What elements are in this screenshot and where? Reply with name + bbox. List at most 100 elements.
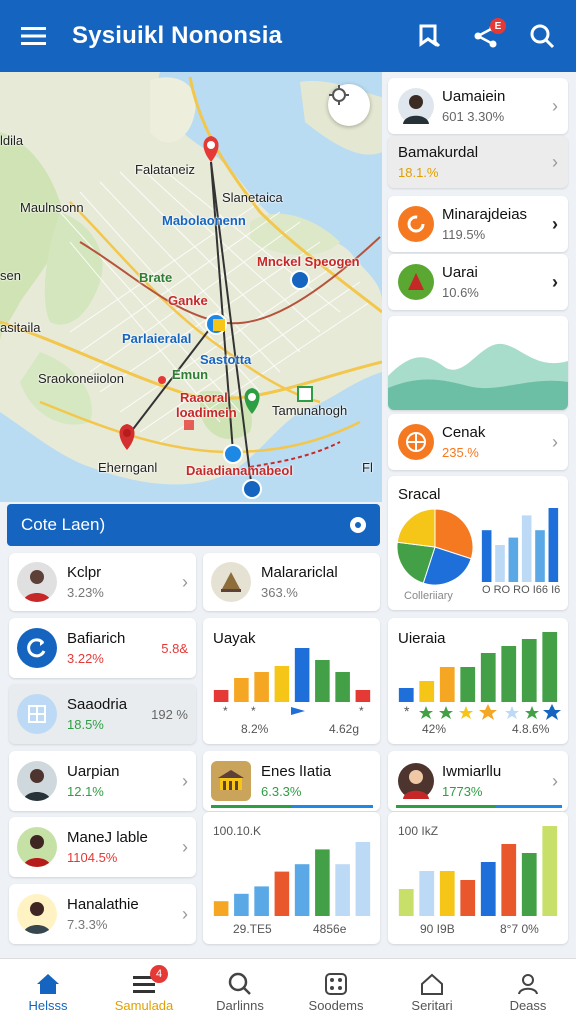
location-banner[interactable]: Cote Laen) xyxy=(7,504,380,546)
chart-footer-left: 8.2% xyxy=(241,722,269,736)
map-canvas xyxy=(0,72,382,499)
search-button[interactable] xyxy=(522,16,562,56)
bar xyxy=(501,844,517,916)
item-value: 3.22% xyxy=(67,651,104,666)
chart-card-enes[interactable]: 100.10.K 29.TE5 4856e xyxy=(203,812,380,944)
chevron-right-icon: › xyxy=(552,431,558,452)
svg-text:*: * xyxy=(404,703,410,719)
search-icon xyxy=(530,24,555,49)
chart-footer-right: 4856e xyxy=(313,922,347,936)
item-name: Enes lIatia xyxy=(261,763,332,780)
item-value: 1773% xyxy=(442,784,483,799)
card-title: Sracal xyxy=(398,486,441,503)
nav-label: Darlinns xyxy=(216,998,264,1013)
progress-bar xyxy=(211,805,373,808)
map-label: Emun xyxy=(172,367,209,382)
home-icon xyxy=(35,970,61,998)
share-button[interactable]: E xyxy=(466,16,506,56)
nav-soodems[interactable]: Soodems xyxy=(288,959,384,1024)
house-outline-icon xyxy=(420,970,444,998)
bar xyxy=(234,893,249,916)
nav-label: Deass xyxy=(509,998,547,1013)
item-value: 18.1.% xyxy=(398,165,439,180)
item-value: 1104.5% xyxy=(67,850,118,865)
map-view[interactable]: Falataneiz Slanetaica Maulnsonn Mabolaon… xyxy=(0,72,382,502)
pie-caption: Colleriiary xyxy=(404,590,453,602)
nav-search[interactable]: Darlinns xyxy=(192,959,288,1024)
recenter-button[interactable] xyxy=(328,84,370,126)
item-value: 3.23% xyxy=(67,585,104,600)
nav-seritari[interactable]: Seritari xyxy=(384,959,480,1024)
right-list-item[interactable]: Bamakurdal 18.1.% › xyxy=(388,136,568,188)
bar xyxy=(521,515,532,582)
bar xyxy=(439,667,455,702)
star-row: * xyxy=(404,703,561,720)
svg-text:*: * xyxy=(359,704,364,718)
svg-text:*: * xyxy=(251,704,256,718)
trend-area-chart xyxy=(388,316,568,410)
nav-profile[interactable]: Deass xyxy=(480,959,576,1024)
item-name: Malarariclal xyxy=(261,564,338,581)
bookmark-button[interactable] xyxy=(410,16,450,56)
chart-card-iwm[interactable]: 100 IkZ 90 I9B 8°7 0% xyxy=(388,812,568,944)
nav-samulada[interactable]: 4 Samulada xyxy=(96,959,192,1024)
progress-bar xyxy=(396,805,562,808)
chart-footer: O RO RO I66 I6 xyxy=(482,584,561,596)
item-name: Bamakurdal xyxy=(398,144,479,161)
right-list-item[interactable]: Iwmiarllu 1773% › xyxy=(388,751,568,811)
right-list-item[interactable]: Uamaiein 601 3.30% › xyxy=(388,78,568,134)
bookmark-icon xyxy=(419,24,441,48)
chart-card-uieraia[interactable]: Uieraia * 42% 4.8.6% xyxy=(388,618,568,744)
bar xyxy=(480,653,496,702)
person-icon xyxy=(516,970,540,998)
notification-badge: E xyxy=(490,18,506,34)
chevron-right-icon: › xyxy=(552,271,558,292)
chart-footer-right: 8°7 0% xyxy=(500,922,539,936)
chart-label: 100.10.K xyxy=(213,824,262,838)
dice-icon xyxy=(324,970,348,998)
bar xyxy=(294,648,310,702)
avatar xyxy=(17,827,57,867)
globe-icon xyxy=(398,424,434,460)
chevron-right-icon: › xyxy=(552,213,558,234)
mid-list-item[interactable]: Enes lIatia 6.3.3% xyxy=(203,751,380,811)
chevron-right-icon: › xyxy=(552,95,558,116)
bar xyxy=(274,666,290,702)
chart-footer-left: 29.TE5 xyxy=(233,922,272,936)
chart-title: Uayak xyxy=(213,630,256,647)
pie-slice xyxy=(396,508,436,548)
chevron-right-icon: › xyxy=(552,770,558,791)
left-list-item[interactable]: Saaodria 18.5% 192 % xyxy=(9,684,196,744)
left-list-item[interactable]: Hanalathie 7.3.3% › xyxy=(9,884,196,944)
stats-card[interactable]: Sracal Colleriiary O RO RO I66 I6 xyxy=(388,476,568,610)
bar-chart xyxy=(213,648,371,702)
item-value: 7.3.3% xyxy=(67,917,108,932)
map-label: Daiadianamabeol xyxy=(186,463,293,478)
left-list-item[interactable]: Uarpian 12.1% › xyxy=(9,751,196,811)
left-list-item[interactable]: Bafiarich 3.22% 5.8& xyxy=(9,618,196,678)
area-chart xyxy=(388,343,568,410)
right-list-item[interactable]: Minarajdeias 119.5% › xyxy=(388,196,568,252)
item-name: Saaodria xyxy=(67,696,128,713)
item-value: 119.5% xyxy=(442,227,486,242)
nav-home[interactable]: Helsss xyxy=(0,959,96,1024)
map-label: asitaila xyxy=(0,320,41,335)
bar xyxy=(355,690,371,702)
mid-list-item[interactable]: Malarariclal 363.% xyxy=(203,553,380,611)
bar xyxy=(481,530,492,582)
left-list-item[interactable]: ManeJ lable 1104.5% › xyxy=(9,817,196,877)
right-list-item[interactable]: Cenak 235.% › xyxy=(388,414,568,470)
right-list-item[interactable]: Uarai 10.6% › xyxy=(388,254,568,310)
bar xyxy=(234,678,249,702)
bar-chart xyxy=(481,508,559,582)
bottom-navigation: Helsss 4 Samulada Darlinns Soodems Serit… xyxy=(0,958,576,1024)
location-dot-icon xyxy=(350,517,366,533)
item-name: Iwmiarllu xyxy=(442,763,502,780)
bar xyxy=(521,853,537,916)
menu-button[interactable] xyxy=(14,16,54,56)
item-value: 10.6% xyxy=(442,285,479,300)
menu-icon xyxy=(21,27,46,45)
item-value: 6.3.3% xyxy=(261,784,302,799)
chart-card-uayak[interactable]: Uayak * * * 8.2% 4.62g xyxy=(203,618,380,744)
left-list-item[interactable]: Kclpr 3.23% › xyxy=(9,553,196,611)
